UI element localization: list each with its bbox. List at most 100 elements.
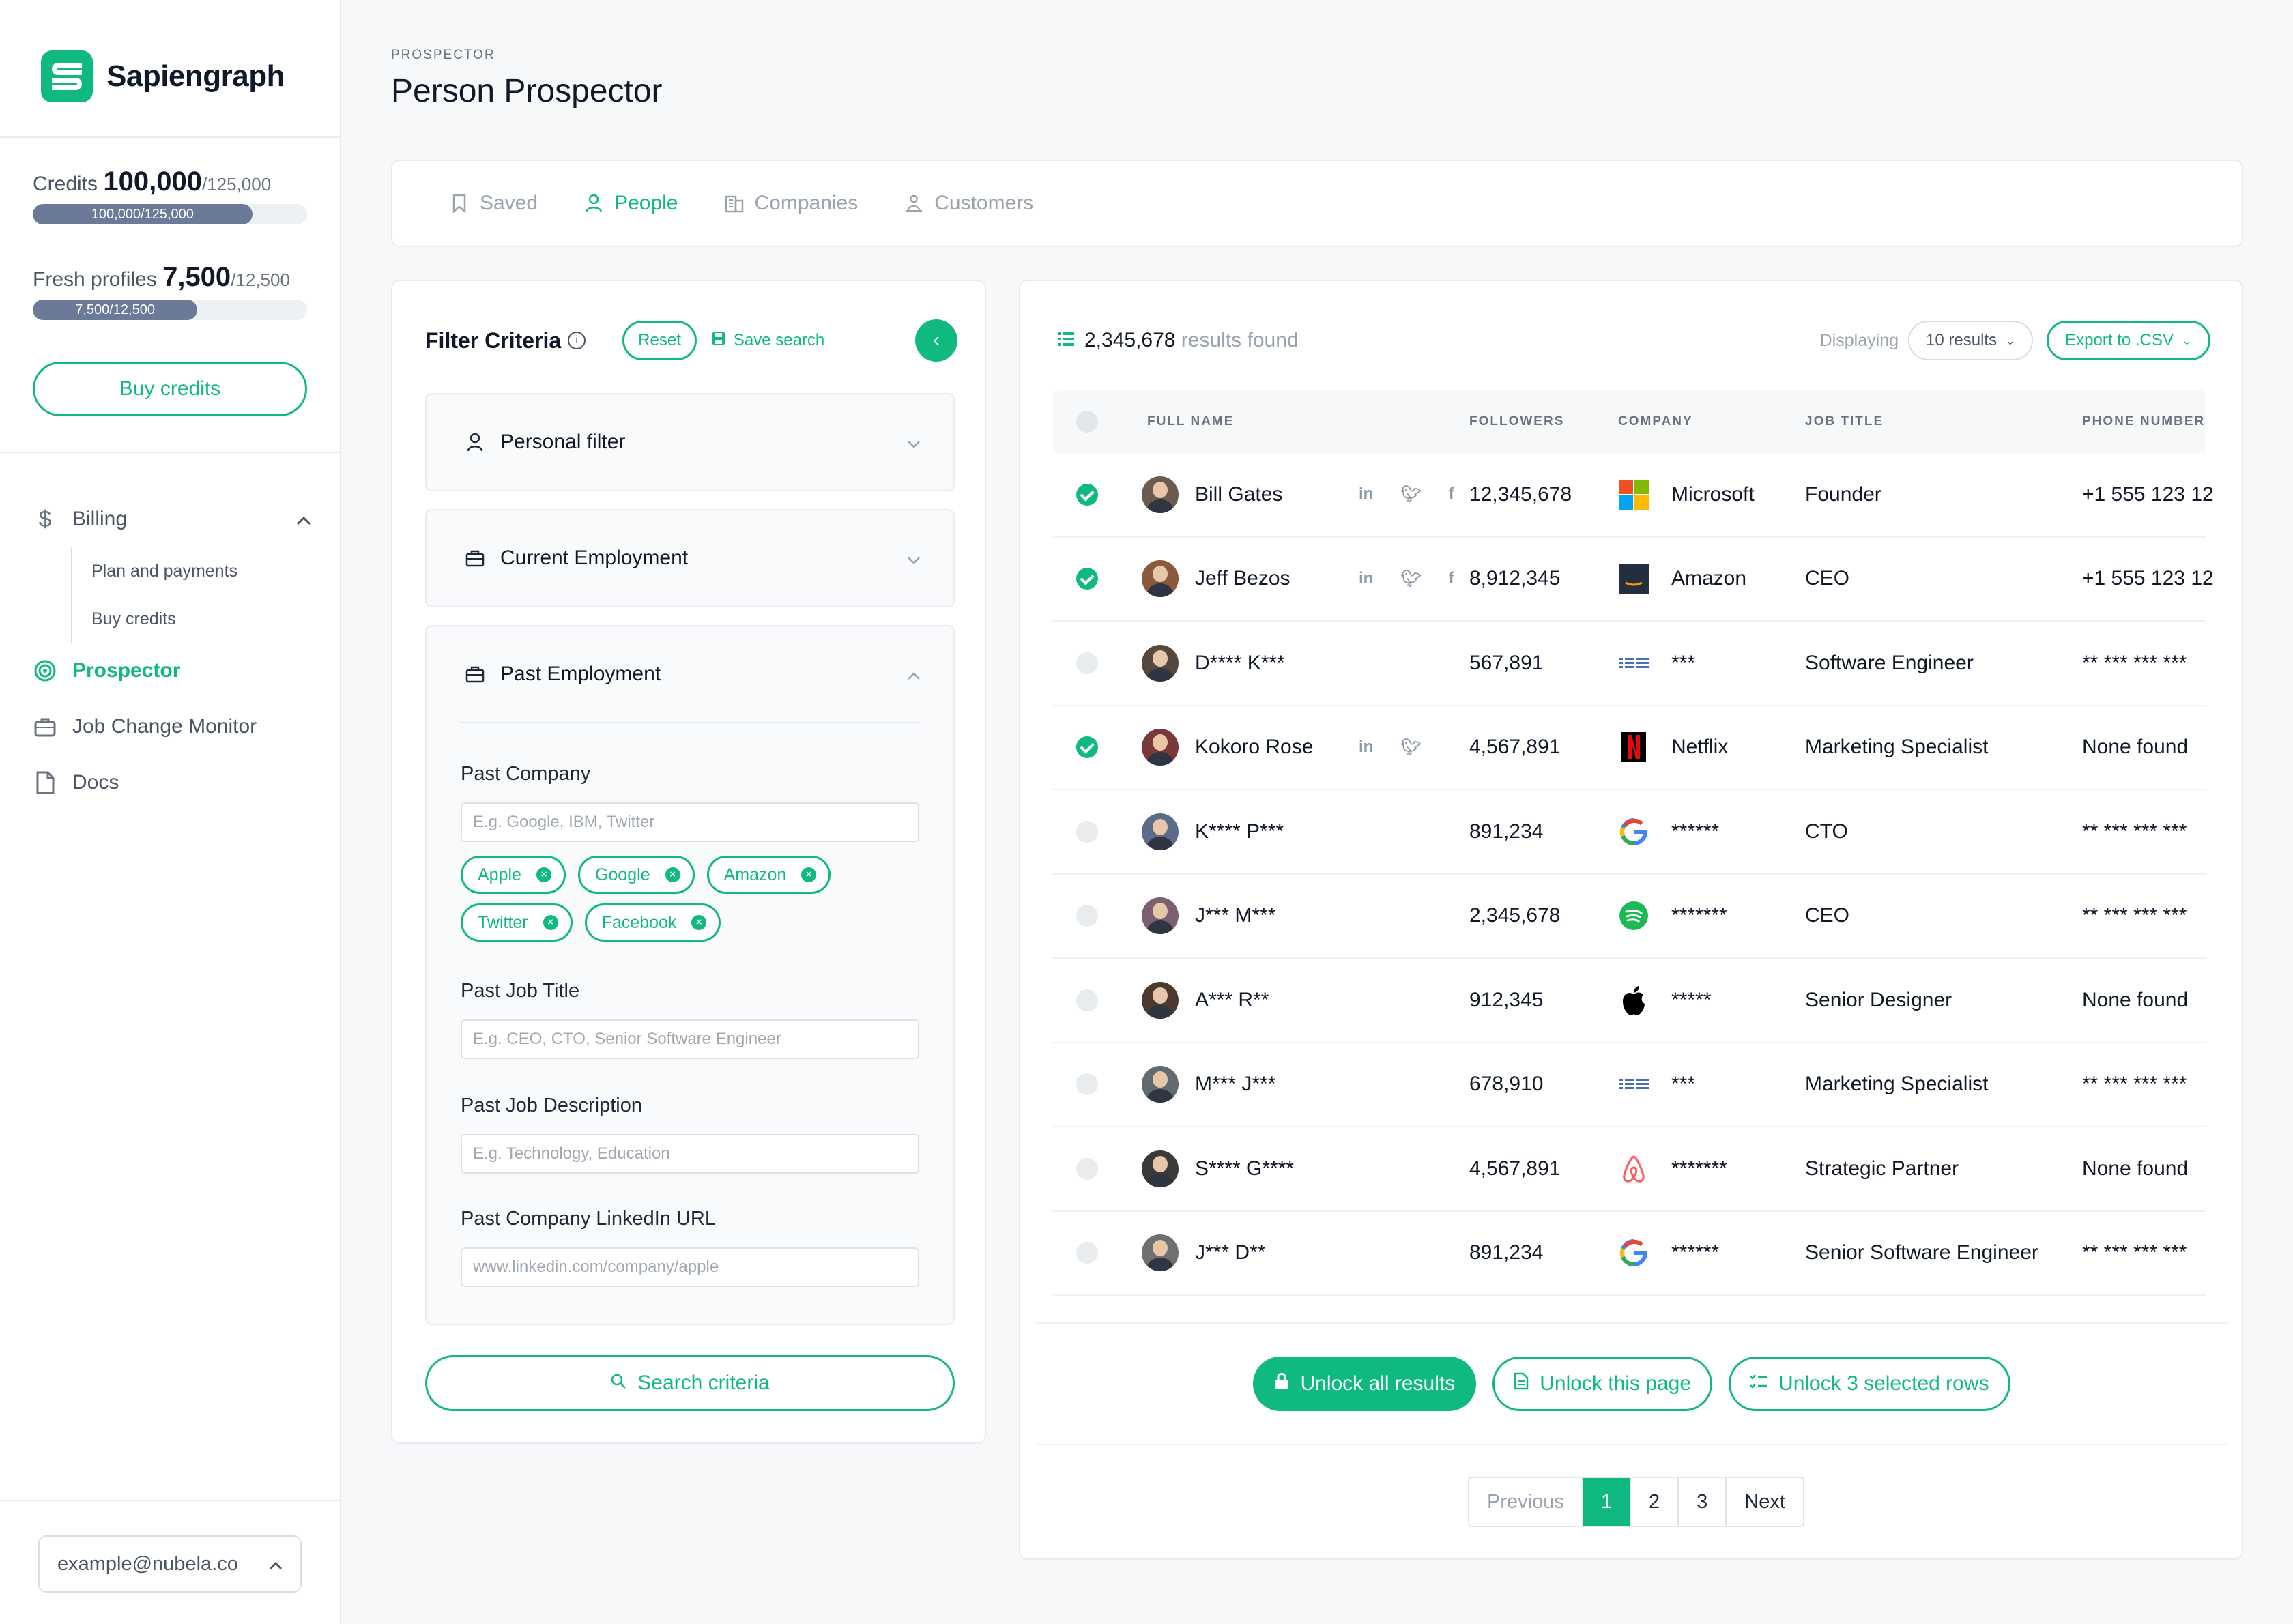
- tab-people[interactable]: People: [584, 192, 678, 215]
- full-name[interactable]: Jeff Bezos: [1195, 567, 1290, 590]
- column-header-company[interactable]: COMPANY: [1618, 414, 1693, 429]
- full-name[interactable]: A*** R**: [1195, 989, 1269, 1012]
- sidebar-item-buy-credits[interactable]: Buy credits: [71, 595, 319, 643]
- full-name[interactable]: Kokoro Rose: [1195, 736, 1313, 759]
- close-icon[interactable]: ×: [691, 915, 707, 930]
- table-row[interactable]: M*** J*** 678,910 *** Marketing Specialist *…: [1053, 1043, 2206, 1127]
- table-row[interactable]: D**** K*** 567,891 *** Software Engineer ** …: [1053, 622, 2206, 706]
- past-job-description-input[interactable]: E.g. Technology, Education: [461, 1134, 919, 1174]
- results-panel: 2,345,678 results found Displaying 10 re…: [1019, 280, 2243, 1560]
- followers-count: 567,891: [1469, 651, 1544, 674]
- table-row[interactable]: J*** M*** 2,345,678 ******* CEO ** *** *** *…: [1053, 875, 2206, 959]
- results-per-page-select[interactable]: 10 results ⌄: [1908, 321, 2034, 360]
- reset-button[interactable]: Reset: [622, 321, 697, 360]
- credits-progress-fill: 100,000/125,000: [33, 204, 253, 224]
- pagination-next[interactable]: Next: [1727, 1478, 1803, 1526]
- row-checkbox[interactable]: [1076, 1242, 1098, 1264]
- info-icon[interactable]: i: [568, 332, 586, 349]
- table-row[interactable]: Jeff Bezosinintw🐦︎fbf8,912,345AmazonCEO+…: [1053, 538, 2214, 622]
- personal-filter-accordion[interactable]: Personal filter: [425, 393, 955, 491]
- sidebar-item-plan-payments[interactable]: Plan and payments: [71, 547, 319, 595]
- pagination-page-3[interactable]: 3: [1679, 1478, 1727, 1526]
- row-checkbox[interactable]: [1076, 568, 1098, 590]
- past-job-title-input[interactable]: E.g. CEO, CTO, Senior Software Engineer: [461, 1019, 919, 1059]
- close-icon[interactable]: ×: [543, 915, 558, 930]
- sidebar-item-prospector[interactable]: Prospector: [33, 643, 319, 699]
- users-icon: [904, 194, 923, 213]
- sidebar-item-billing[interactable]: $ Billing: [33, 491, 319, 547]
- tab-saved[interactable]: Saved: [450, 192, 538, 215]
- column-header-name[interactable]: FULL NAME: [1147, 414, 1234, 429]
- row-checkbox[interactable]: [1076, 483, 1098, 506]
- row-checkbox[interactable]: [1076, 1073, 1098, 1096]
- filter-header: Filter Criteria i Reset Save search ‹: [425, 319, 957, 362]
- sidebar-item-label: Docs: [72, 771, 119, 794]
- sidebar-item-label: Prospector: [72, 659, 181, 682]
- select-all-checkbox[interactable]: [1076, 411, 1098, 433]
- unlock-selected-rows-button[interactable]: Unlock 3 selected rows: [1729, 1357, 2010, 1411]
- full-name[interactable]: Bill Gates: [1195, 483, 1282, 506]
- row-checkbox[interactable]: [1076, 820, 1098, 843]
- close-icon[interactable]: ×: [665, 867, 680, 882]
- tab-customers[interactable]: Customers: [904, 192, 1033, 215]
- pagination: Previous 1 2 3 Next: [1468, 1477, 1804, 1527]
- current-employment-accordion[interactable]: Current Employment: [425, 509, 955, 607]
- column-header-job-title[interactable]: JOB TITLE: [1805, 414, 1884, 429]
- divider: [0, 136, 341, 138]
- account-menu[interactable]: example@nubela.co: [38, 1535, 302, 1593]
- full-name[interactable]: D**** K***: [1195, 652, 1285, 675]
- job-title: CTO: [1805, 820, 1848, 843]
- close-icon[interactable]: ×: [801, 867, 817, 882]
- table-row[interactable]: K**** P*** 891,234 ****** CTO ** *** *** ***: [1053, 790, 2206, 875]
- row-checkbox[interactable]: [1076, 905, 1098, 927]
- pagination-page-2[interactable]: 2: [1631, 1478, 1679, 1526]
- select-value: 10 results: [1926, 331, 1998, 349]
- table-row[interactable]: Kokoro Rose inintw🐦︎ 4,567,891 Netflix Marke…: [1053, 706, 2206, 790]
- full-name[interactable]: J*** M***: [1195, 904, 1275, 927]
- table-row[interactable]: A*** R** 912,345 ***** Senior Designer None …: [1053, 959, 2206, 1043]
- table-row[interactable]: S**** G**** 4,567,891 ******* Strategic Par…: [1053, 1127, 2206, 1212]
- past-company-input[interactable]: E.g. Google, IBM, Twitter: [461, 802, 919, 842]
- pagination-page-1[interactable]: 1: [1583, 1478, 1631, 1526]
- tab-label: People: [614, 192, 678, 214]
- unlock-this-page-button[interactable]: Unlock this page: [1492, 1357, 1713, 1411]
- past-employment-header[interactable]: Past Employment: [427, 626, 953, 722]
- buy-credits-button[interactable]: Buy credits: [33, 362, 307, 416]
- column-header-phone[interactable]: PHONE NUMBER: [2082, 414, 2205, 429]
- followers-count: 912,345: [1469, 988, 1544, 1011]
- unlock-all-results-button[interactable]: Unlock all results: [1253, 1357, 1477, 1411]
- row-checkbox[interactable]: [1076, 652, 1098, 674]
- social-links: inintw🐦︎: [1345, 738, 1422, 757]
- checklist-icon: [1750, 1372, 1768, 1395]
- full-name[interactable]: M*** J***: [1195, 1073, 1275, 1096]
- row-checkbox[interactable]: [1076, 989, 1098, 1011]
- close-icon[interactable]: ×: [536, 867, 551, 882]
- full-name[interactable]: S**** G****: [1195, 1157, 1294, 1180]
- app-logo[interactable]: Sapiengraph: [41, 50, 285, 102]
- search-criteria-button[interactable]: Search criteria: [425, 1355, 955, 1411]
- sidebar-item-job-change-monitor[interactable]: Job Change Monitor: [33, 699, 319, 755]
- pagination-previous[interactable]: Previous: [1469, 1478, 1583, 1526]
- phone-number: ** *** *** ***: [2082, 1241, 2187, 1264]
- twitter-icon-glyph: 🐦︎: [1400, 485, 1422, 504]
- column-header-followers[interactable]: FOLLOWERS: [1469, 414, 1564, 429]
- table-row[interactable]: Bill Gatesinintw🐦︎fbf12,345,678Microsoft…: [1053, 453, 2214, 538]
- row-checkbox[interactable]: [1076, 1157, 1098, 1180]
- save-search-button[interactable]: Save search: [712, 331, 824, 350]
- sidebar-item-docs[interactable]: Docs: [33, 755, 319, 811]
- amazon-logo-icon: [1618, 563, 1649, 594]
- export-csv-button[interactable]: Export to .CSV ⌄: [2047, 321, 2210, 360]
- accordion-title: Current Employment: [500, 547, 689, 569]
- full-name[interactable]: J*** D**: [1195, 1241, 1265, 1264]
- table-row[interactable]: J*** D** 891,234 ****** Senior Software Eng…: [1053, 1212, 2206, 1296]
- user-icon: [584, 194, 603, 213]
- full-name[interactable]: K**** P***: [1195, 820, 1284, 843]
- phone-number: None found: [2082, 988, 2189, 1011]
- row-checkbox[interactable]: [1076, 736, 1098, 759]
- tab-companies[interactable]: Companies: [725, 192, 858, 215]
- followers-count: 8,912,345: [1469, 567, 1561, 590]
- past-company-linkedin-input[interactable]: www.linkedin.com/company/apple: [461, 1247, 919, 1287]
- collapse-panel-button[interactable]: ‹: [915, 319, 957, 362]
- past-job-description-label: Past Job Description: [461, 1094, 642, 1116]
- tab-label: Saved: [480, 192, 538, 214]
